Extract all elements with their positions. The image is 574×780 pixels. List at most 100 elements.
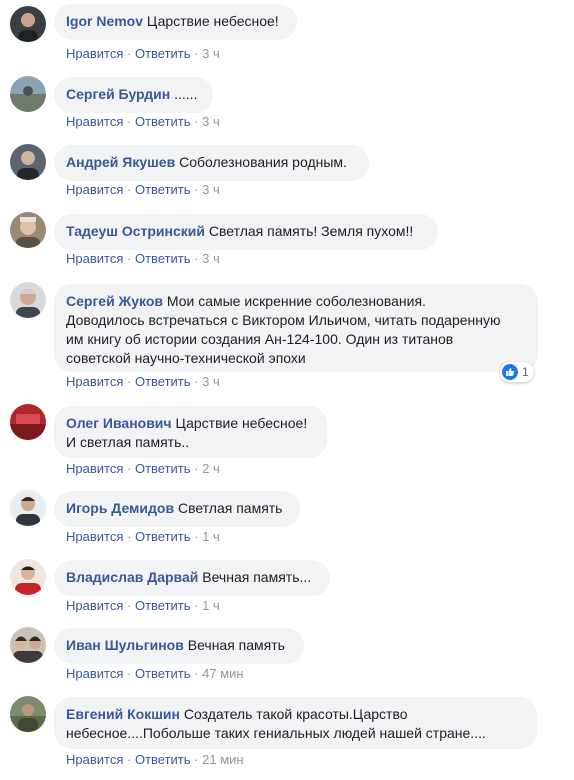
reply-link[interactable]: Ответить — [135, 374, 191, 389]
separator: · — [127, 752, 132, 767]
reply-link[interactable]: Ответить — [135, 666, 191, 681]
separator: · — [194, 752, 199, 767]
separator: · — [127, 529, 132, 544]
comment-actions: Нравится · Ответить · 3 ч — [66, 374, 220, 390]
comment-author[interactable]: Сергей Жуков — [66, 293, 163, 309]
comment-author[interactable]: Андрей Якушев — [66, 154, 175, 170]
like-link[interactable]: Нравится — [66, 461, 123, 476]
comment-text-line: небесное....Побольше таких гениальных лю… — [66, 725, 486, 741]
comment-time[interactable]: 3 ч — [202, 374, 220, 389]
comment-bubble: Владислав Дарвай Вечная память... — [54, 560, 330, 596]
comment-author[interactable]: Igor Nemov — [66, 13, 143, 29]
separator: · — [194, 182, 199, 197]
reply-link[interactable]: Ответить — [135, 598, 191, 613]
comment-bubble: Igor Nemov Царствие небесное! — [54, 4, 297, 40]
like-reaction-icon — [502, 364, 518, 380]
avatar[interactable] — [10, 404, 46, 440]
comment-time[interactable]: 47 мин — [202, 666, 243, 681]
avatar[interactable] — [10, 490, 46, 526]
like-link[interactable]: Нравится — [66, 598, 123, 613]
avatar[interactable] — [10, 144, 46, 180]
comment-time[interactable]: 21 мин — [202, 752, 243, 767]
avatar[interactable] — [10, 696, 46, 732]
comment-author[interactable]: Владислав Дарвай — [66, 569, 198, 585]
comment-actions: Нравится · Ответить · 3 ч — [66, 46, 220, 62]
like-link[interactable]: Нравится — [66, 251, 123, 266]
reaction-count: 1 — [522, 365, 529, 379]
comment-text-line: им книгу об истории создания Ан-124-100.… — [66, 331, 454, 347]
comment-author[interactable]: Сергей Бурдин — [66, 86, 170, 102]
comment-bubble: Тадеуш Остринский Светлая память! Земля … — [54, 214, 438, 250]
comment-text: Светлая память — [177, 500, 283, 516]
avatar[interactable] — [10, 212, 46, 248]
separator: · — [194, 598, 199, 613]
like-link[interactable]: Нравится — [66, 752, 123, 767]
avatar[interactable] — [10, 6, 46, 42]
separator: · — [194, 461, 199, 476]
comment-bubble: Иван Шульгинов Вечная память — [54, 628, 304, 664]
avatar[interactable] — [10, 559, 46, 595]
separator: · — [194, 46, 199, 61]
like-link[interactable]: Нравится — [66, 182, 123, 197]
comment-text: Соболезнования родным. — [179, 154, 347, 170]
comment-time[interactable]: 3 ч — [202, 46, 220, 61]
separator: · — [127, 182, 132, 197]
comment-actions: Нравится · Ответить · 47 мин — [66, 666, 244, 682]
comment-actions: Нравится · Ответить · 1 ч — [66, 529, 220, 545]
comment-author[interactable]: Олег Иванович — [66, 415, 172, 431]
comment-text-line: советской научно-технической эпохи — [66, 350, 306, 366]
reply-link[interactable]: Ответить — [135, 114, 191, 129]
separator: · — [194, 666, 199, 681]
comment-text: Светлая память! Земля пухом!! — [208, 223, 414, 239]
like-link[interactable]: Нравится — [66, 529, 123, 544]
comment-time[interactable]: 1 ч — [202, 598, 220, 613]
comment-author[interactable]: Игорь Демидов — [66, 500, 174, 516]
comment-text-line: Доводилось встречаться с Виктором Ильичо… — [66, 312, 501, 328]
comment-bubble: Евгений Кокшин Создатель такой красоты.Ц… — [54, 697, 537, 749]
reply-link[interactable]: Ответить — [135, 46, 191, 61]
avatar[interactable] — [10, 282, 46, 318]
comment-bubble: Сергей Жуков Мои самые искренние соболез… — [54, 284, 538, 372]
comment-bubble: Игорь Демидов Светлая память — [54, 491, 300, 527]
separator: · — [127, 598, 132, 613]
like-link[interactable]: Нравится — [66, 374, 123, 389]
comment-time[interactable]: 1 ч — [202, 529, 220, 544]
separator: · — [194, 114, 199, 129]
comment-text: Создатель такой красоты.Царство — [183, 706, 408, 722]
comment-text: Царствие небесное! — [146, 13, 279, 29]
comment-author[interactable]: Тадеуш Остринский — [66, 223, 205, 239]
comment-actions: Нравится · Ответить · 21 мин — [66, 752, 244, 768]
reply-link[interactable]: Ответить — [135, 461, 191, 476]
comment-actions: Нравится · Ответить · 3 ч — [66, 251, 220, 267]
comment-author[interactable]: Иван Шульгинов — [66, 637, 184, 653]
reaction-badge[interactable]: 1 — [500, 362, 534, 382]
comment-text: Вечная память... — [202, 569, 312, 585]
comment-bubble: Сергей Бурдин ...... — [54, 77, 213, 113]
comment-actions: Нравится · Ответить · 3 ч — [66, 182, 220, 198]
comment-time[interactable]: 3 ч — [202, 182, 220, 197]
comment-actions: Нравится · Ответить · 2 ч — [66, 461, 220, 477]
comment-text: ...... — [174, 86, 198, 102]
comment-time[interactable]: 2 ч — [202, 461, 220, 476]
separator: · — [127, 251, 132, 266]
reply-link[interactable]: Ответить — [135, 529, 191, 544]
reply-link[interactable]: Ответить — [135, 182, 191, 197]
avatar[interactable] — [10, 627, 46, 663]
comment-actions: Нравится · Ответить · 3 ч — [66, 114, 220, 130]
separator: · — [127, 461, 132, 476]
like-link[interactable]: Нравится — [66, 46, 123, 61]
avatar[interactable] — [10, 76, 46, 112]
like-link[interactable]: Нравится — [66, 114, 123, 129]
separator: · — [127, 46, 132, 61]
separator: · — [194, 529, 199, 544]
comment-text: Вечная память — [187, 637, 285, 653]
comment-text-line: И светлая память.. — [66, 434, 190, 450]
comment-time[interactable]: 3 ч — [202, 114, 220, 129]
reply-link[interactable]: Ответить — [135, 251, 191, 266]
like-link[interactable]: Нравится — [66, 666, 123, 681]
comment-time[interactable]: 3 ч — [202, 251, 220, 266]
reply-link[interactable]: Ответить — [135, 752, 191, 767]
separator: · — [127, 374, 132, 389]
comment-author[interactable]: Евгений Кокшин — [66, 706, 180, 722]
separator: · — [127, 666, 132, 681]
